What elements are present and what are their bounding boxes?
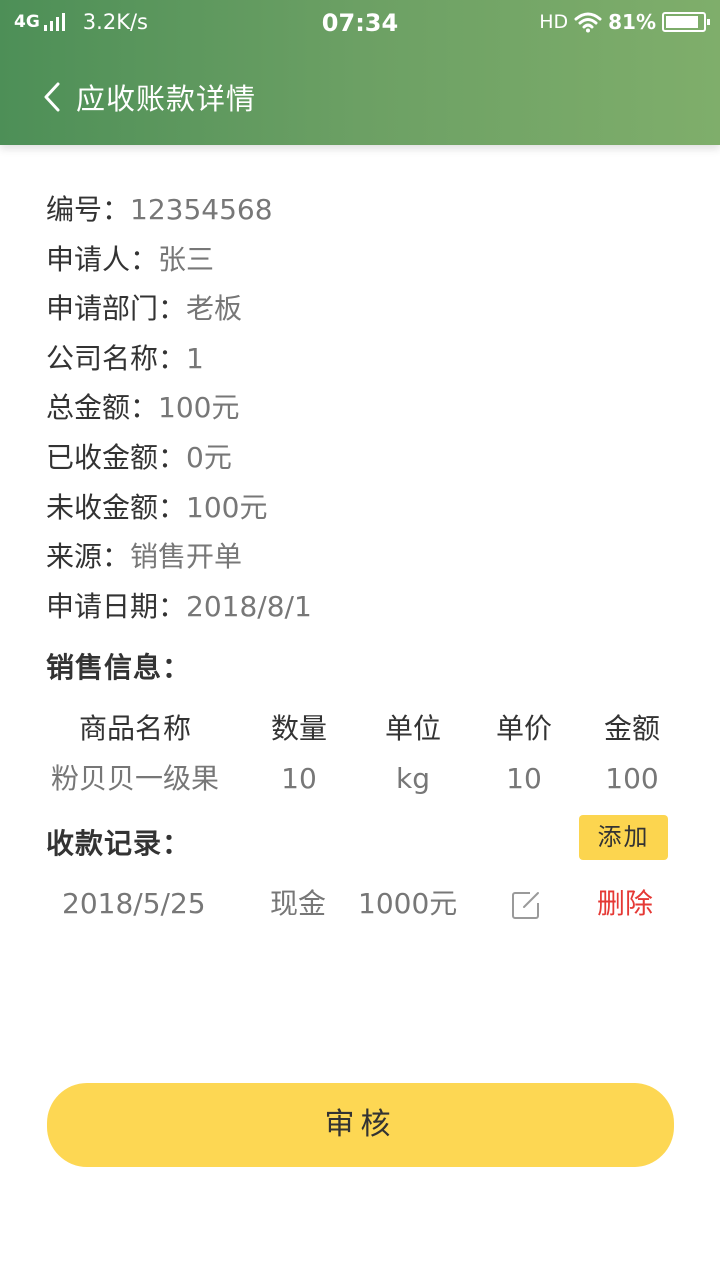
detail-value: 100元 — [186, 490, 268, 524]
detail-label: 总金额： — [46, 391, 159, 425]
table-row: 粉贝贝一级果 10 kg 10 100 — [46, 754, 682, 804]
detail-row-applicant: 申请人：张三 — [46, 235, 686, 285]
column-header: 商品名称 — [78, 712, 191, 745]
status-right: HD 81% — [539, 10, 710, 34]
detail-value: 12354568 — [130, 193, 273, 226]
column-header: 金额 — [603, 712, 660, 745]
detail-label: 未收金额： — [46, 490, 187, 524]
detail-row-total: 总金额：100元 — [46, 383, 686, 433]
detail-label: 申请部门： — [46, 292, 187, 326]
record-date: 2018/5/25 — [62, 887, 206, 920]
detail-label: 申请日期： — [46, 589, 187, 623]
payment-record-row: 2018/5/25 现金 1000元 删除 — [0, 878, 720, 930]
detail-row-number: 编号：12354568 — [46, 185, 686, 235]
record-amount: 1000元 — [358, 887, 458, 920]
detail-value: 张三 — [158, 242, 215, 276]
detail-row-department: 申请部门：老板 — [46, 284, 686, 334]
wifi-icon — [574, 12, 602, 33]
status-bar: 4G 3.2K/s 07:34 HD 81% — [0, 0, 720, 48]
table-cell: kg — [396, 762, 430, 795]
battery-percent: 81% — [608, 10, 656, 34]
page-title: 应收账款详情 — [76, 82, 257, 116]
detail-value: 100元 — [158, 391, 240, 425]
chevron-left-icon — [44, 82, 60, 112]
detail-label: 来源： — [46, 540, 131, 574]
detail-label: 申请人： — [46, 242, 159, 276]
audit-button[interactable]: 审核 — [47, 1083, 674, 1167]
detail-value: 老板 — [186, 292, 243, 326]
detail-row-date: 申请日期：2018/8/1 — [46, 582, 686, 632]
add-payment-button[interactable]: 添加 — [579, 815, 668, 860]
app-header: 4G 3.2K/s 07:34 HD 81% 应收账款详情 — [0, 0, 720, 145]
table-cell: 10 — [281, 762, 317, 795]
back-button[interactable] — [42, 77, 68, 117]
detail-label: 编号： — [46, 193, 131, 226]
hd-indicator: HD — [539, 11, 569, 33]
table-cell: 粉贝贝一级果 — [50, 762, 219, 795]
detail-value: 2018/8/1 — [186, 589, 312, 623]
detail-label: 公司名称： — [46, 341, 187, 375]
delete-payment-link[interactable]: 删除 — [597, 878, 653, 930]
record-method: 现金 — [270, 887, 327, 920]
sales-section-title: 销售信息： — [46, 651, 192, 684]
table-cell: 100 — [605, 762, 659, 795]
detail-value: 销售开单 — [130, 540, 243, 574]
detail-row-source: 来源：销售开单 — [46, 532, 686, 582]
column-header: 单价 — [495, 712, 552, 745]
edit-icon[interactable] — [510, 889, 542, 921]
battery-icon — [662, 12, 710, 32]
payments-section-title: 收款记录： — [46, 827, 192, 860]
detail-row-outstanding: 未收金额：100元 — [46, 483, 686, 533]
detail-value: 1 — [186, 341, 204, 375]
sales-table: 商品名称 数量 单位 单价 金额 粉贝贝一级果 10 kg 10 100 — [46, 704, 682, 804]
detail-value: 0元 — [186, 440, 232, 474]
detail-label: 已收金额： — [46, 440, 187, 474]
detail-row-received: 已收金额：0元 — [46, 433, 686, 483]
detail-row-company: 公司名称：1 — [46, 334, 686, 384]
table-cell: 10 — [506, 762, 542, 795]
details-list: 编号：12354568 申请人：张三 申请部门：老板 公司名称：1 总金额：10… — [46, 185, 686, 631]
column-header: 数量 — [270, 712, 327, 745]
table-header-row: 商品名称 数量 单位 单价 金额 — [46, 704, 682, 754]
nav-bar: 应收账款详情 — [0, 70, 256, 124]
column-header: 单位 — [384, 712, 441, 745]
